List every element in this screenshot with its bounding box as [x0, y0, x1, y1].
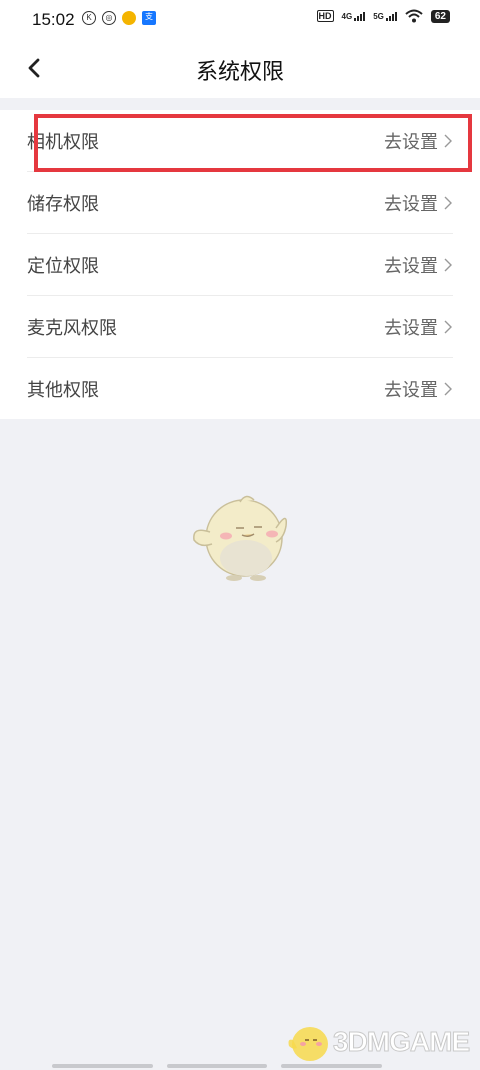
notification-icons: K ◎ 支 [82, 11, 156, 25]
permission-label: 相机权限 [27, 132, 99, 153]
wifi-icon [405, 9, 423, 23]
signal-4g-icon: 4G [342, 11, 366, 21]
permission-label: 储存权限 [27, 194, 99, 215]
permission-row-microphone[interactable]: 麦克风权限 去设置 [27, 296, 453, 358]
chevron-right-icon [444, 196, 452, 210]
weibo-icon [122, 11, 136, 25]
chevron-right-icon [444, 258, 452, 272]
go-settings-link[interactable]: 去设置 [384, 190, 453, 216]
go-settings-link[interactable]: 去设置 [384, 376, 453, 402]
battery-icon: 62 [430, 9, 450, 23]
permission-row-storage[interactable]: 储存权限 去设置 [27, 172, 453, 234]
permission-label: 麦克风权限 [27, 318, 117, 339]
camera-app-icon: ◎ [102, 11, 116, 25]
go-settings-link[interactable]: 去设置 [384, 128, 453, 154]
chevron-right-icon [444, 382, 452, 396]
page-title: 系统权限 [195, 60, 284, 85]
signal-5g-icon: 5G [373, 11, 397, 21]
alipay-icon: 支 [142, 11, 156, 25]
nav-bar: 系统权限 [0, 38, 480, 98]
permission-row-location[interactable]: 定位权限 去设置 [27, 234, 453, 296]
hd-voice-icon: HD [316, 10, 334, 22]
chevron-right-icon [444, 320, 452, 334]
chevron-right-icon [444, 134, 452, 148]
permission-list: 相机权限 去设置 储存权限 去设置 定位权限 去设置 麦克风权限 去设置 其他权… [0, 110, 480, 419]
mascot-illustration [193, 495, 288, 581]
permission-label: 定位权限 [27, 256, 99, 277]
watermark: 3DMGAME [285, 1018, 475, 1068]
go-settings-link[interactable]: 去设置 [384, 314, 453, 340]
k-app-icon: K [82, 11, 96, 25]
status-right: HD 4G 5G 62 [316, 9, 450, 23]
status-bar: 15:02 K ◎ 支 HD 4G 5G 62 [0, 0, 480, 38]
permission-row-camera[interactable]: 相机权限 去设置 [27, 110, 453, 172]
watermark-text: 3DMGAME [332, 1026, 470, 1058]
permission-label: 其他权限 [27, 380, 99, 401]
bottom-indicator [52, 1064, 383, 1068]
mascot-watermark-icon [288, 1027, 328, 1061]
permission-row-other[interactable]: 其他权限 去设置 [27, 358, 453, 419]
status-time: 15:02 [32, 10, 75, 29]
go-settings-link[interactable]: 去设置 [384, 252, 453, 278]
